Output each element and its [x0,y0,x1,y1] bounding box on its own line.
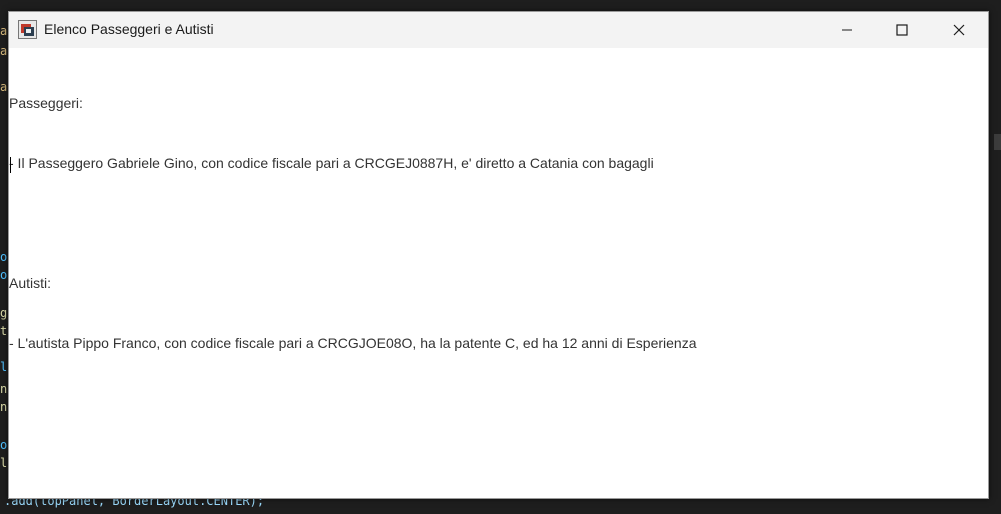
code-fragment: l [0,360,8,374]
window-title: Elenco Passeggeri e Autisti [44,21,214,37]
code-fragment: o [0,250,8,264]
close-button[interactable] [936,12,982,48]
code-fragment: o [0,268,8,282]
close-icon [953,24,965,36]
minimize-icon [842,29,852,31]
code-fragment: n [0,382,8,396]
java-app-icon [18,20,37,39]
maximize-button[interactable] [879,12,925,48]
code-fragment: o [0,438,8,452]
code-fragment: t [0,324,8,338]
text-caret [10,157,11,173]
text-area-container[interactable]: Passeggeri: - Il Passeggero Gabriele Gin… [9,48,988,498]
code-fragment: a [0,24,8,38]
passenger-entry: - Il Passeggero Gabriele Gino, con codic… [9,155,654,171]
code-fragment: l [0,456,8,470]
editor-scrollbar-thumb [994,134,1001,150]
drivers-heading: Autisti: [9,275,52,291]
window-titlebar[interactable]: Elenco Passeggeri e Autisti [9,12,988,48]
code-fragment: g [0,306,8,320]
driver-entry: - L'autista Pippo Franco, con codice fis… [9,335,697,351]
maximize-icon [896,24,908,36]
passengers-heading: Passeggeri: [9,95,83,111]
code-fragment: a [0,80,8,94]
code-fragment: n [0,400,8,414]
code-fragment: a [0,44,8,58]
passengers-drivers-text-area[interactable]: Passeggeri: - Il Passeggero Gabriele Gin… [9,53,984,393]
passengers-drivers-window: Elenco Passeggeri e Autisti Passeggeri: … [8,11,989,499]
minimize-button[interactable] [824,12,870,48]
